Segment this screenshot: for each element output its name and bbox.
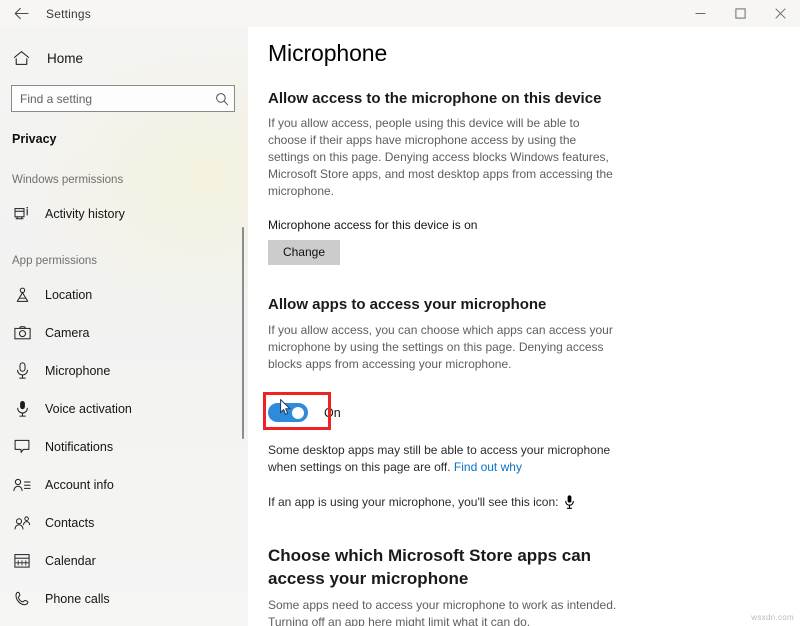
device-access-heading: Allow access to the microphone on this d… bbox=[268, 90, 602, 107]
in-use-icon-text: If an app is using your microphone, you'… bbox=[268, 495, 559, 510]
sidebar-item-phone-calls[interactable]: Phone calls bbox=[0, 585, 248, 612]
sidebar-item-microphone[interactable]: Microphone bbox=[0, 357, 248, 384]
contacts-icon bbox=[12, 515, 32, 530]
sidebar-item-label: Contacts bbox=[45, 515, 95, 530]
apps-access-toggle[interactable] bbox=[268, 403, 308, 423]
minimize-button[interactable] bbox=[680, 0, 720, 27]
sidebar-item-home[interactable]: Home bbox=[0, 43, 248, 73]
device-access-status: Microphone access for this device is on bbox=[268, 218, 478, 233]
phone-calls-icon bbox=[12, 591, 32, 607]
desktop-apps-note: Some desktop apps may still be able to a… bbox=[268, 442, 620, 477]
camera-icon bbox=[12, 325, 32, 340]
settings-window: Settings Home Find a setting Privacy Win… bbox=[0, 0, 800, 626]
sidebar-item-camera[interactable]: Camera bbox=[0, 319, 248, 346]
search-box[interactable] bbox=[11, 85, 235, 112]
apps-access-description: If you allow access, you can choose whic… bbox=[268, 322, 613, 371]
search-input[interactable] bbox=[12, 87, 210, 110]
sidebar-item-label: Microphone bbox=[45, 363, 111, 378]
desktop-apps-note-text: Some desktop apps may still be able to a… bbox=[268, 442, 611, 475]
sidebar-group-label-app-permissions: App permissions bbox=[12, 255, 98, 267]
sidebar-section-title: Privacy bbox=[12, 132, 57, 146]
home-label: Home bbox=[47, 50, 84, 66]
maximize-button[interactable] bbox=[720, 0, 760, 27]
sidebar-item-label: Calendar bbox=[45, 553, 96, 568]
sidebar-item-contacts[interactable]: Contacts bbox=[0, 509, 248, 536]
microphone-indicator-icon bbox=[565, 495, 575, 510]
sidebar-scrollbar-thumb[interactable] bbox=[242, 227, 244, 439]
microphone-icon bbox=[12, 362, 32, 379]
home-icon bbox=[13, 50, 33, 66]
sidebar-item-location[interactable]: Location bbox=[0, 281, 248, 308]
window-controls bbox=[680, 0, 800, 27]
back-button[interactable] bbox=[0, 0, 42, 27]
sidebar-group-label-windows-permissions: Windows permissions bbox=[12, 174, 124, 186]
sidebar-item-label: Voice activation bbox=[45, 401, 132, 416]
sidebar-content: Home Privacy Windows permissions bbox=[0, 43, 248, 612]
sidebar: Home Privacy Windows permissions bbox=[0, 27, 248, 626]
notifications-icon bbox=[12, 439, 32, 454]
apps-access-toggle-state: On bbox=[324, 405, 341, 420]
sidebar-item-notifications[interactable]: Notifications bbox=[0, 433, 248, 460]
find-out-why-link[interactable]: Find out why bbox=[454, 460, 522, 474]
sidebar-item-label: Location bbox=[45, 287, 93, 302]
device-access-description: If you allow access, people using this d… bbox=[268, 116, 613, 199]
change-button[interactable]: Change bbox=[268, 240, 340, 266]
apps-access-toggle-row: On bbox=[263, 391, 568, 430]
account-info-icon bbox=[12, 478, 32, 492]
sidebar-item-calendar[interactable]: Calendar bbox=[0, 547, 248, 574]
location-icon bbox=[12, 287, 32, 303]
activity-history-icon bbox=[12, 206, 32, 221]
sidebar-item-label: Notifications bbox=[45, 439, 114, 454]
sidebar-item-label: Camera bbox=[45, 325, 90, 340]
calendar-icon bbox=[12, 553, 32, 568]
watermark: wsxdn.com bbox=[751, 613, 794, 622]
close-button[interactable] bbox=[760, 0, 800, 27]
search-icon[interactable] bbox=[210, 92, 234, 106]
store-apps-description: Some apps need to access your microphone… bbox=[268, 598, 617, 626]
sidebar-item-activity-history[interactable]: Activity history bbox=[0, 200, 248, 227]
main-content: Microphone Allow access to the microphon… bbox=[248, 27, 800, 626]
title-bar: Settings bbox=[0, 0, 800, 27]
store-apps-heading: Choose which Microsoft Store apps can ac… bbox=[268, 546, 592, 588]
sidebar-item-label: Activity history bbox=[45, 206, 125, 221]
sidebar-item-label: Account info bbox=[45, 477, 114, 492]
voice-activation-icon bbox=[12, 400, 32, 417]
sidebar-item-voice-activation[interactable]: Voice activation bbox=[0, 395, 248, 422]
sidebar-scrollbar[interactable] bbox=[241, 27, 245, 626]
sidebar-item-label: Phone calls bbox=[45, 591, 110, 606]
toggle-knob bbox=[292, 406, 304, 419]
main-content-inner: Microphone Allow access to the microphon… bbox=[248, 27, 800, 626]
apps-access-heading: Allow apps to access your microphone bbox=[268, 296, 547, 314]
window-title: Settings bbox=[46, 6, 91, 21]
sidebar-item-account-info[interactable]: Account info bbox=[0, 471, 248, 498]
in-use-icon-line: If an app is using your microphone, you'… bbox=[268, 495, 800, 509]
page-title: Microphone bbox=[268, 40, 388, 66]
